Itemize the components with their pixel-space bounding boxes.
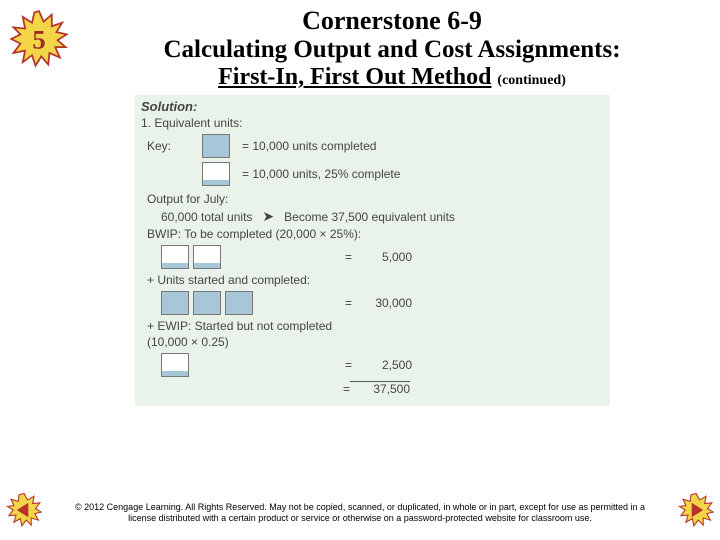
key-row-partial: = 10,000 units, 25% complete bbox=[147, 162, 610, 186]
equals: = bbox=[345, 296, 352, 310]
equals: = bbox=[343, 382, 350, 396]
title-continued: (continued) bbox=[497, 73, 565, 88]
title-block: Cornerstone 6-9 Calculating Output and C… bbox=[68, 4, 712, 91]
key-row-full: Key: = 10,000 units completed bbox=[147, 134, 610, 158]
slide-header: 5 Cornerstone 6-9 Calculating Output and… bbox=[0, 0, 720, 91]
copyright-footer: © 2012 Cengage Learning. All Rights Rese… bbox=[42, 502, 678, 525]
output-become: Become 37,500 equivalent units bbox=[284, 210, 455, 224]
total-value: 37,500 bbox=[350, 381, 410, 396]
box-partial-icon bbox=[161, 245, 189, 269]
ewip-boxes: = 2,500 bbox=[161, 353, 610, 377]
key-label: Key: bbox=[147, 139, 202, 153]
burst-badge: 5 bbox=[10, 10, 68, 68]
title-line2: Calculating Output and Cost Assignments: bbox=[72, 36, 712, 64]
footer-line1: © 2012 Cengage Learning. All Rights Rese… bbox=[75, 502, 645, 512]
box-full-icon bbox=[202, 134, 230, 158]
output-total: 60,000 total units bbox=[161, 210, 252, 224]
ewip-calc: (10,000 × 0.25) bbox=[147, 335, 610, 349]
key-full-text: = 10,000 units completed bbox=[242, 139, 376, 153]
solution-panel: Solution: 1. Equivalent units: Key: = 10… bbox=[135, 95, 610, 406]
box-partial-icon bbox=[161, 353, 189, 377]
nav-prev-button[interactable] bbox=[6, 492, 42, 528]
key-partial-text: = 10,000 units, 25% complete bbox=[242, 167, 400, 181]
title-line3: First-In, First Out Method (continued) bbox=[72, 64, 712, 91]
bwip-boxes: = 5,000 bbox=[161, 245, 610, 269]
started-label: + Units started and completed: bbox=[147, 273, 610, 287]
title-line1: Cornerstone 6-9 bbox=[72, 6, 712, 36]
equals: = bbox=[345, 250, 352, 264]
nav-next-button[interactable] bbox=[678, 492, 714, 528]
slide-number: 5 bbox=[32, 24, 45, 54]
equals: = bbox=[345, 358, 352, 372]
title-underline: First-In, First Out Method bbox=[218, 64, 491, 90]
solution-item1: 1. Equivalent units: bbox=[141, 116, 610, 130]
box-full-icon bbox=[193, 291, 221, 315]
box-full-icon bbox=[225, 291, 253, 315]
ewip-label: + EWIP: Started but not completed bbox=[147, 319, 610, 333]
started-boxes: = 30,000 bbox=[161, 291, 610, 315]
box-partial-icon bbox=[193, 245, 221, 269]
output-arrow-row: 60,000 total units ➤ Become 37,500 equiv… bbox=[161, 208, 610, 225]
total-row: = 37,500 bbox=[161, 381, 610, 396]
footer-line2: license distributed with a certain produ… bbox=[128, 513, 592, 523]
bwip-value: 5,000 bbox=[352, 250, 412, 264]
arrow-icon: ➤ bbox=[262, 208, 274, 225]
started-value: 30,000 bbox=[352, 296, 412, 310]
bwip-label: BWIP: To be completed (20,000 × 25%): bbox=[147, 227, 610, 241]
box-full-icon bbox=[161, 291, 189, 315]
solution-heading: Solution: bbox=[141, 99, 610, 114]
output-label: Output for July: bbox=[147, 192, 610, 206]
ewip-value: 2,500 bbox=[352, 358, 412, 372]
box-partial-icon bbox=[202, 162, 230, 186]
